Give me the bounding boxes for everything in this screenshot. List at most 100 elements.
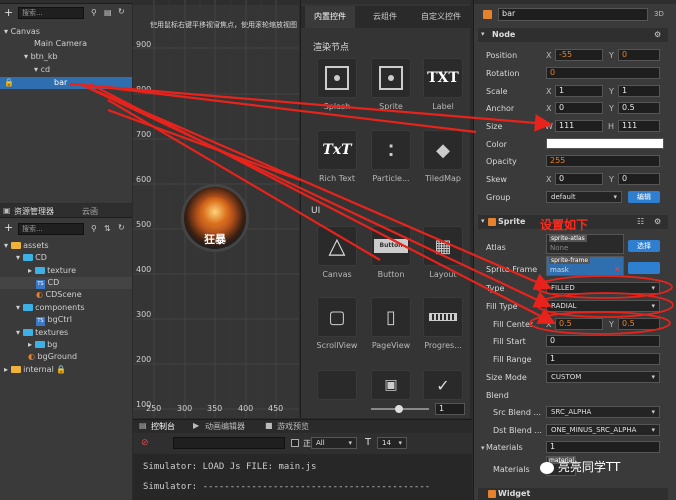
control-tiledmap[interactable]: ◆ TiledMap bbox=[415, 130, 471, 183]
src-blend-select[interactable]: SRC_ALPHA bbox=[546, 406, 660, 418]
sort-icon[interactable]: ⇅ bbox=[104, 224, 111, 233]
tab-assets[interactable]: 资源管理器 bbox=[14, 206, 54, 217]
search-icon[interactable]: ⚲ bbox=[91, 224, 97, 233]
position-x-input[interactable]: -55 bbox=[555, 49, 603, 61]
scale-y-input[interactable]: 1 bbox=[618, 85, 660, 97]
materials-count-input[interactable]: 1 bbox=[546, 441, 660, 453]
zoom-slider[interactable] bbox=[371, 404, 429, 414]
dst-blend-select[interactable]: ONE_MINUS_SRC_ALPHA bbox=[546, 424, 660, 436]
size-h-input[interactable]: 111 bbox=[618, 120, 660, 132]
atlas-field[interactable]: sprite-atlas None bbox=[546, 234, 624, 254]
tree-item-btn-kb[interactable]: ▾ btn_kb bbox=[0, 51, 132, 63]
font-size-select[interactable]: 14 bbox=[377, 437, 407, 449]
sprite-collapse-icon[interactable]: ▾ bbox=[481, 217, 485, 225]
tree-item-cd[interactable]: ▾ cd bbox=[0, 64, 132, 76]
clear-frame-icon[interactable]: ✕ bbox=[614, 265, 621, 274]
tab-cloud[interactable]: 云函 bbox=[82, 206, 98, 217]
rotation-input[interactable]: 0 bbox=[546, 67, 660, 79]
scene-sprite-button[interactable]: 狂暴 bbox=[181, 184, 249, 252]
tab-cloud-components[interactable]: 云组件 bbox=[359, 6, 411, 28]
zoom-value-input[interactable]: 1 bbox=[435, 403, 465, 415]
node-name-input[interactable]: bar bbox=[498, 8, 648, 21]
log-level-select[interactable]: All bbox=[311, 437, 357, 449]
tab-game-preview[interactable]: 游戏预览 bbox=[277, 421, 309, 432]
skew-y-input[interactable]: 0 bbox=[618, 173, 660, 185]
fill-type-select[interactable]: RADIAL bbox=[546, 300, 660, 312]
sprite-frame-field[interactable]: sprite-frame mask bbox=[546, 256, 624, 276]
group-select[interactable]: default bbox=[546, 191, 622, 203]
lock-icon[interactable]: 🔒 bbox=[4, 77, 14, 89]
node-settings-icon[interactable]: ⚙ bbox=[654, 30, 661, 39]
regex-checkbox[interactable] bbox=[291, 439, 299, 447]
position-y-input[interactable]: 0 bbox=[618, 49, 660, 61]
node-section-header[interactable]: Node bbox=[478, 28, 668, 42]
tree-item-internal[interactable]: ▸ internal 🔒 bbox=[0, 364, 132, 376]
collapse-icon[interactable]: ▤ bbox=[104, 8, 112, 17]
sprite-settings-icon[interactable]: ⚙ bbox=[654, 217, 661, 226]
size-w-input[interactable]: 111 bbox=[555, 120, 603, 132]
node-collapse-icon[interactable]: ▾ bbox=[481, 30, 485, 38]
tab-builtin-controls[interactable]: 内置控件 bbox=[305, 6, 355, 28]
control-more-2[interactable]: ▣ bbox=[363, 370, 419, 400]
control-scrollview[interactable]: ▢ ScrollView bbox=[309, 297, 365, 350]
tree-item-canvas[interactable]: ▾ Canvas bbox=[0, 26, 132, 38]
fill-center-x-input[interactable]: 0.5 bbox=[555, 318, 603, 330]
console-filter-input[interactable] bbox=[173, 437, 285, 449]
zoom-handle[interactable] bbox=[395, 405, 403, 413]
control-particle[interactable]: ⁚ Particle... bbox=[363, 130, 419, 183]
color-swatch[interactable] bbox=[546, 138, 664, 149]
control-progressbar[interactable]: Progres... bbox=[415, 297, 471, 350]
scene-panel[interactable]: 使用鼠标右键平移视窗焦点，使用滚轮缩放视图 900 800 700 600 50… bbox=[133, 0, 299, 418]
atlas-select-button[interactable]: 选择 bbox=[628, 240, 660, 252]
tree-item-main-camera[interactable]: Main Camera bbox=[0, 38, 132, 50]
widget-enabled-checkbox[interactable] bbox=[488, 490, 496, 498]
node-active-checkbox[interactable] bbox=[483, 10, 492, 19]
tree-item-cdscene[interactable]: ◐ CDScene bbox=[0, 289, 132, 301]
tab-animation-editor[interactable]: 动画编辑器 bbox=[205, 421, 245, 432]
control-more-1[interactable] bbox=[309, 370, 365, 400]
fill-start-input[interactable]: 0 bbox=[546, 335, 660, 347]
tree-item-components[interactable]: ▾ components bbox=[0, 302, 132, 314]
tab-custom-controls[interactable]: 自定义控件 bbox=[413, 6, 469, 28]
refresh-icon[interactable]: ↻ bbox=[118, 223, 125, 232]
frame-edit-button[interactable] bbox=[628, 262, 660, 274]
anchor-x-input[interactable]: 0 bbox=[555, 102, 603, 114]
control-sprite[interactable]: Sprite bbox=[363, 58, 419, 111]
control-richtext[interactable]: TxT Rich Text bbox=[309, 130, 365, 183]
add-node-button[interactable]: + bbox=[4, 6, 14, 19]
scale-x-input[interactable]: 1 bbox=[555, 85, 603, 97]
tree-item-assets[interactable]: ▾ assets bbox=[0, 240, 132, 252]
control-button[interactable]: Button Button bbox=[363, 226, 419, 279]
hierarchy-search-input[interactable]: 搜索... bbox=[18, 7, 84, 19]
tree-item-textures[interactable]: ▾ textures bbox=[0, 327, 132, 339]
control-more-3[interactable]: ✓ bbox=[415, 370, 471, 400]
search-icon[interactable]: ⚲ bbox=[91, 8, 97, 17]
edit-group-button[interactable]: 编辑 bbox=[628, 191, 660, 203]
clear-console-icon[interactable]: ⊘ bbox=[141, 438, 149, 448]
tree-item-bg[interactable]: ▸ bg bbox=[0, 339, 132, 351]
sprite-help-icon[interactable]: ☷ bbox=[637, 217, 644, 226]
control-canvas[interactable]: △ Canvas bbox=[309, 226, 365, 279]
control-label[interactable]: TXT Label bbox=[415, 58, 471, 111]
control-splash[interactable]: Splash bbox=[309, 58, 365, 111]
type-select[interactable]: FILLED bbox=[546, 282, 660, 294]
tree-item-bar[interactable]: 🔒 bar bbox=[0, 77, 132, 89]
refresh-icon[interactable]: ↻ bbox=[118, 7, 125, 16]
materials-collapse-icon[interactable]: ▾ bbox=[481, 444, 485, 452]
control-layout[interactable]: ▦ Layout bbox=[415, 226, 471, 279]
anchor-y-input[interactable]: 0.5 bbox=[618, 102, 660, 114]
add-asset-button[interactable]: + bbox=[4, 221, 13, 234]
skew-x-input[interactable]: 0 bbox=[555, 173, 603, 185]
control-pageview[interactable]: ▯ PageView bbox=[363, 297, 419, 350]
tree-item-bgground[interactable]: ◐ bgGround bbox=[0, 351, 132, 363]
tab-console[interactable]: 控制台 bbox=[151, 421, 175, 432]
3d-toggle[interactable]: 3D bbox=[654, 10, 664, 18]
assets-search-input[interactable]: 搜索... bbox=[18, 223, 84, 235]
fill-range-input[interactable]: 1 bbox=[546, 353, 660, 365]
size-mode-select[interactable]: CUSTOM bbox=[546, 371, 660, 383]
tree-item-bgctrl[interactable]: TS bgCtrl bbox=[0, 314, 132, 326]
tree-item-texture[interactable]: ▸ texture bbox=[0, 265, 132, 277]
sprite-enabled-checkbox[interactable] bbox=[488, 218, 496, 226]
opacity-input[interactable]: 255 bbox=[546, 155, 660, 167]
tree-item-cd-script[interactable]: TS CD bbox=[0, 277, 132, 289]
